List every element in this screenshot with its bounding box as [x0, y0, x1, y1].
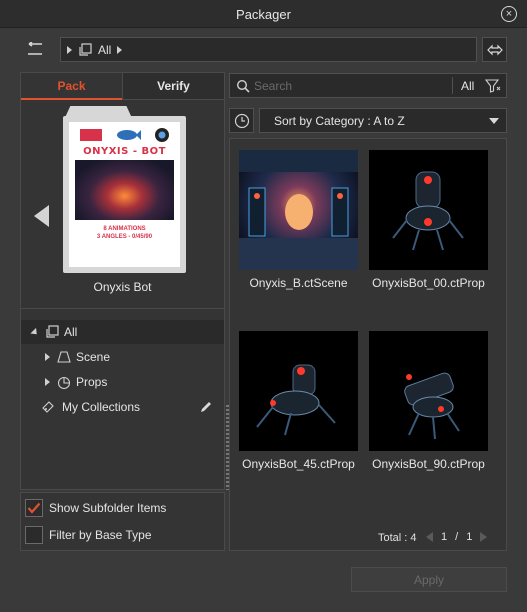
chevron-down-icon — [489, 118, 499, 124]
poster-title: ONYXIS - BOT — [83, 146, 166, 157]
edit-pencil-icon[interactable] — [198, 399, 214, 415]
tree-item-label: My Collections — [62, 400, 141, 414]
path-segment[interactable]: All — [98, 43, 111, 57]
poster-scene-image — [75, 160, 174, 220]
next-page-icon[interactable] — [480, 532, 488, 542]
apply-button[interactable]: Apply — [351, 567, 507, 592]
path-bar[interactable]: All — [60, 37, 477, 62]
close-icon[interactable]: × — [501, 6, 517, 22]
sort-selected-value: Sort by Category : A to Z — [274, 113, 405, 128]
path-next-icon[interactable] — [117, 45, 123, 54]
prev-page-icon[interactable] — [426, 532, 433, 542]
sort-dropdown[interactable]: Sort by Category : A to Z — [259, 108, 507, 133]
total-count: Total : 4 — [378, 532, 417, 544]
tab-verify[interactable]: Verify — [122, 73, 224, 100]
tree-item-label: Props — [76, 375, 108, 389]
item-thumbnail — [239, 331, 358, 451]
show-subfolder-option[interactable]: Show Subfolder Items — [25, 498, 166, 518]
props-icon — [57, 376, 71, 389]
robot-logo-icon — [154, 128, 169, 142]
collapse-arrow-icon[interactable] — [34, 205, 49, 227]
page-separator: / — [455, 531, 459, 543]
window-title: Packager — [236, 7, 291, 22]
item-thumbnail — [239, 150, 358, 270]
filter-base-checkbox[interactable] — [25, 526, 43, 544]
search-icon — [236, 79, 250, 93]
grid-item-onyxisbot-45[interactable]: OnyxisBot_45.ctProp — [239, 331, 369, 486]
content-grid: Onyxis_B.ctScene OnyxisBot_00.ctProp Ony… — [229, 138, 507, 551]
poster-subtitle-1: 8 ANIMATIONS — [103, 226, 146, 232]
all-folders-icon — [79, 42, 92, 56]
3d-anim-logo-icon — [80, 129, 103, 141]
robot-thumbnail-image — [239, 331, 358, 451]
left-panel: Pack Verify ONYXIS - BOT 8 ANIMATIONS 3 … — [20, 72, 225, 490]
filter-base-option[interactable]: Filter by Base Type — [25, 525, 152, 545]
pagination: 1 / 1 — [426, 531, 488, 543]
expand-down-icon[interactable] — [30, 327, 40, 337]
scene-icon — [57, 351, 71, 363]
filter-funnel-icon[interactable] — [485, 79, 501, 93]
item-label: OnyxisBot_45.ctProp — [242, 457, 355, 471]
search-divider — [452, 77, 453, 94]
grid-item-onyxisbot-90[interactable]: OnyxisBot_90.ctProp — [369, 331, 499, 486]
item-label: OnyxisBot_00.ctProp — [372, 276, 485, 290]
scene-thumbnail-image — [239, 150, 358, 270]
expand-right-icon[interactable] — [45, 378, 50, 386]
tree-item-props[interactable]: Props — [21, 370, 224, 394]
preview-area: ONYXIS - BOT 8 ANIMATIONS 3 ANGLES - 0/4… — [21, 100, 224, 309]
tab-pack[interactable]: Pack — [21, 73, 122, 100]
item-label: OnyxisBot_90.ctProp — [372, 457, 485, 471]
history-button[interactable] — [229, 108, 254, 133]
tree-item-label: All — [64, 325, 78, 339]
robot-thumbnail-image — [369, 150, 488, 270]
show-subfolder-checkbox[interactable] — [25, 499, 43, 517]
search-input[interactable] — [254, 77, 444, 95]
title-bar: Packager × — [0, 0, 527, 28]
show-subfolder-label: Show Subfolder Items — [49, 501, 167, 515]
poster-subtitle-2: 3 ANGLES - 0/45/90 — [96, 234, 153, 240]
item-label: Onyxis_B.ctScene — [249, 276, 348, 290]
category-tree: All Scene Props My Collections — [21, 310, 224, 489]
options-panel: Show Subfolder Items Filter by Base Type — [20, 492, 225, 551]
total-pages: 1 — [466, 531, 473, 543]
swap-arrows-icon — [486, 44, 503, 55]
path-expand-icon[interactable] — [67, 45, 72, 54]
item-thumbnail — [369, 150, 488, 270]
tree-item-label: Scene — [76, 350, 111, 364]
preview-thumbnail[interactable]: ONYXIS - BOT 8 ANIMATIONS 3 ANGLES - 0/4… — [69, 122, 180, 267]
swap-view-button[interactable] — [482, 37, 507, 62]
grid-item-onyxis-scene[interactable]: Onyxis_B.ctScene — [239, 150, 369, 305]
item-thumbnail — [369, 331, 488, 451]
robot-thumbnail-image — [369, 331, 488, 451]
search-bar: All — [229, 73, 507, 98]
expand-right-icon[interactable] — [45, 353, 50, 361]
grid-item-onyxisbot-00[interactable]: OnyxisBot_00.ctProp — [369, 150, 499, 305]
checkmark-icon — [27, 502, 41, 514]
fish-logo-icon — [117, 130, 142, 140]
tree-item-my-collections[interactable]: My Collections — [21, 395, 224, 419]
clock-icon — [234, 113, 249, 128]
all-folders-icon — [46, 325, 59, 338]
tree-item-all[interactable]: All — [21, 320, 224, 344]
filter-base-label: Filter by Base Type — [49, 528, 152, 542]
current-page: 1 — [441, 531, 448, 543]
preview-name: Onyxis Bot — [93, 280, 152, 294]
back-button[interactable] — [20, 38, 50, 60]
collections-icon — [42, 401, 54, 413]
tree-item-scene[interactable]: Scene — [21, 345, 224, 369]
return-arrow-icon — [28, 42, 42, 55]
poster-logos — [73, 126, 176, 144]
search-scope[interactable]: All — [461, 79, 474, 93]
tab-bar: Pack Verify — [21, 73, 224, 100]
